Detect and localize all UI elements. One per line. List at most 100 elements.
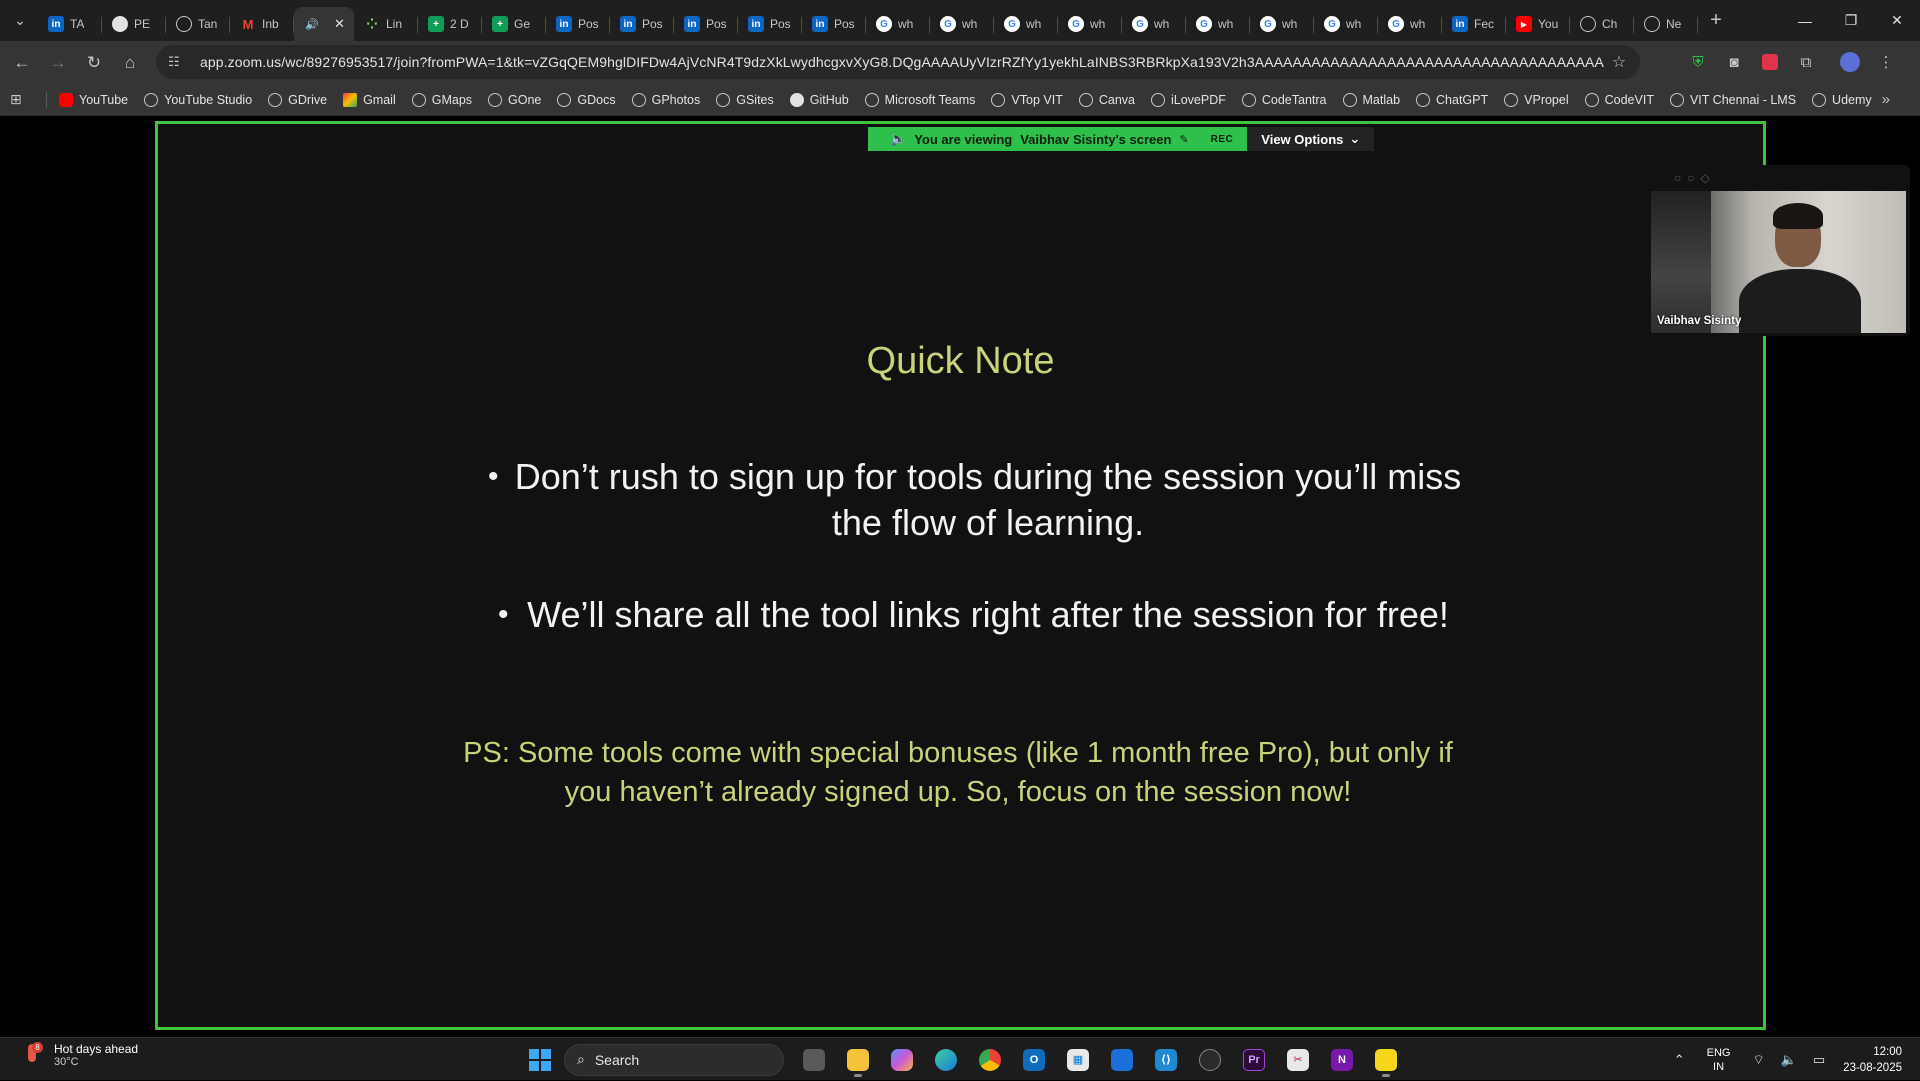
browser-tab[interactable]: Ne bbox=[1634, 7, 1698, 41]
tab-title: Pos bbox=[770, 17, 791, 31]
battery-icon[interactable]: ▭ bbox=[1813, 1052, 1825, 1068]
bookmark-item[interactable]: GitHub bbox=[789, 92, 849, 107]
bookmark-item[interactable]: Canva bbox=[1078, 92, 1135, 107]
bookmark-item[interactable]: VTop VIT bbox=[991, 92, 1063, 107]
browser-tab[interactable]: Gwh bbox=[1186, 7, 1250, 41]
view-options-button[interactable]: View Options ⌄ bbox=[1247, 127, 1375, 151]
clock[interactable]: 12:00 23-08-2025 bbox=[1843, 1044, 1902, 1076]
browser-tab[interactable]: ⁘ Lin bbox=[354, 7, 418, 41]
file-explorer-button[interactable] bbox=[836, 1042, 880, 1077]
bookmark-item[interactable]: YouTube Studio bbox=[144, 92, 252, 107]
browser-tab[interactable]: Gwh bbox=[1378, 7, 1442, 41]
bookmark-item[interactable]: GDocs bbox=[557, 92, 616, 107]
restore-button[interactable]: ❐ bbox=[1828, 0, 1874, 41]
tab-search-button[interactable]: ⌄ bbox=[6, 7, 34, 35]
taskbar-search[interactable]: ⌕ Search bbox=[564, 1043, 784, 1076]
browser-tab[interactable]: ▶ You bbox=[1506, 7, 1570, 41]
bookmark-item[interactable]: GPhotos bbox=[631, 92, 700, 107]
snipping-tool-button[interactable]: ✂ bbox=[1276, 1042, 1320, 1077]
bookmark-item[interactable]: YouTube bbox=[59, 92, 128, 107]
bookmark-item[interactable]: ChatGPT bbox=[1416, 92, 1488, 107]
sticky-notes-button[interactable] bbox=[1364, 1042, 1408, 1077]
reload-button[interactable]: ↻ bbox=[76, 45, 112, 81]
browser-tab[interactable]: 🔊 ✕ bbox=[294, 7, 354, 41]
tab-close-icon[interactable]: ✕ bbox=[334, 16, 345, 32]
chevron-down-icon: ⌄ bbox=[14, 12, 26, 28]
browser-tab[interactable]: in TA bbox=[38, 7, 102, 41]
site-info-icon[interactable]: ☷ bbox=[168, 54, 186, 70]
home-button[interactable]: ⌂ bbox=[112, 45, 148, 81]
url-text[interactable]: app.zoom.us/wc/89276953517/join?fromPWA=… bbox=[200, 54, 1604, 70]
bookmark-item[interactable]: GMaps bbox=[411, 92, 472, 107]
browser-tab[interactable]: Gwh bbox=[994, 7, 1058, 41]
browser-tab[interactable]: M Inb bbox=[230, 7, 294, 41]
bookmark-item[interactable]: Udemy bbox=[1812, 92, 1872, 107]
apps-grid-icon[interactable]: ⊞ bbox=[10, 91, 32, 108]
chevron-double-right-icon[interactable]: » bbox=[1882, 91, 1890, 108]
camera-extension-button[interactable]: ◙ bbox=[1716, 45, 1752, 79]
new-tab-button[interactable]: + bbox=[1702, 7, 1730, 35]
obs-button[interactable] bbox=[1188, 1042, 1232, 1077]
browser-tab[interactable]: in Pos bbox=[738, 7, 802, 41]
circle-icon[interactable]: ○ bbox=[1674, 171, 1681, 185]
browser-tab[interactable]: Gwh bbox=[930, 7, 994, 41]
weather-widget[interactable]: 8 Hot days ahead 30°C bbox=[20, 1042, 138, 1068]
bookmark-item[interactable]: Gmail bbox=[343, 92, 396, 107]
bookmark-star-icon[interactable]: ☆ bbox=[1604, 52, 1634, 72]
extensions-button[interactable]: ⧉ bbox=[1788, 45, 1824, 79]
address-bar[interactable]: ☷ app.zoom.us/wc/89276953517/join?fromPW… bbox=[156, 45, 1640, 79]
bookmark-item[interactable]: GDrive bbox=[268, 92, 327, 107]
volume-icon[interactable]: 🔈 bbox=[1781, 1052, 1797, 1068]
store-button[interactable]: ▦ bbox=[1056, 1042, 1100, 1077]
forward-button[interactable]: → bbox=[40, 45, 76, 81]
app-blue-button[interactable] bbox=[1100, 1042, 1144, 1077]
browser-tab[interactable]: Gwh bbox=[866, 7, 930, 41]
chrome-button[interactable] bbox=[968, 1042, 1012, 1077]
browser-tab[interactable]: in Pos bbox=[802, 7, 866, 41]
copilot-button[interactable] bbox=[880, 1042, 924, 1077]
pocket-extension-button[interactable] bbox=[1752, 45, 1788, 79]
shield-extension-button[interactable]: ⛨ bbox=[1680, 45, 1716, 79]
bookmark-item[interactable]: Microsoft Teams bbox=[864, 92, 975, 107]
outlook-button[interactable]: O bbox=[1012, 1042, 1056, 1077]
bookmark-item[interactable]: CodeTantra bbox=[1241, 92, 1327, 107]
browser-tab[interactable]: Ch bbox=[1570, 7, 1634, 41]
browser-tab[interactable]: Gwh bbox=[1058, 7, 1122, 41]
bookmark-item[interactable]: GOne bbox=[488, 92, 541, 107]
menu-button[interactable]: ⋮ bbox=[1868, 45, 1904, 79]
task-view-button[interactable] bbox=[792, 1042, 836, 1077]
browser-tab[interactable]: in Pos bbox=[674, 7, 738, 41]
chevron-up-icon[interactable]: ⌃ bbox=[1674, 1052, 1685, 1068]
participant-video-tile[interactable]: ○ ○ ◇ Vaibhav Sisinty bbox=[1648, 165, 1910, 336]
browser-tab[interactable]: +2 D bbox=[418, 7, 482, 41]
edge-button[interactable] bbox=[924, 1042, 968, 1077]
language-indicator[interactable]: ENG IN bbox=[1707, 1046, 1731, 1074]
back-button[interactable]: ← bbox=[4, 45, 40, 81]
bookmark-item[interactable]: CodeVIT bbox=[1584, 92, 1654, 107]
browser-tab[interactable]: + Ge bbox=[482, 7, 546, 41]
start-button[interactable] bbox=[522, 1042, 558, 1077]
minimize-button[interactable]: — bbox=[1782, 0, 1828, 41]
bookmark-item[interactable]: iLovePDF bbox=[1150, 92, 1226, 107]
tile-controls: ○ ○ ◇ bbox=[1674, 171, 1710, 185]
wifi-icon[interactable]: ⌔ bbox=[1752, 1052, 1764, 1068]
premiere-button[interactable]: Pr bbox=[1232, 1042, 1276, 1077]
vscode-button[interactable]: ⟨⟩ bbox=[1144, 1042, 1188, 1077]
bookmark-item[interactable]: GSites bbox=[716, 92, 774, 107]
browser-tab[interactable]: in Pos bbox=[546, 7, 610, 41]
browser-tab[interactable]: Gwh bbox=[1314, 7, 1378, 41]
browser-tab[interactable]: Gwh bbox=[1250, 7, 1314, 41]
onenote-button[interactable]: N bbox=[1320, 1042, 1364, 1077]
browser-tab[interactable]: Tan bbox=[166, 7, 230, 41]
browser-tab[interactable]: Gwh bbox=[1122, 7, 1186, 41]
circle-icon[interactable]: ○ bbox=[1687, 171, 1694, 185]
bookmark-item[interactable]: VIT Chennai - LMS bbox=[1669, 92, 1796, 107]
browser-tab[interactable]: in Fec bbox=[1442, 7, 1506, 41]
diamond-icon[interactable]: ◇ bbox=[1701, 171, 1710, 185]
bookmark-item[interactable]: Matlab bbox=[1342, 92, 1400, 107]
bookmark-item[interactable]: VPropel bbox=[1504, 92, 1569, 107]
browser-tab[interactable]: in Pos bbox=[610, 7, 674, 41]
close-window-button[interactable]: ✕ bbox=[1874, 0, 1920, 41]
browser-tab[interactable]: PE bbox=[102, 7, 166, 41]
profile-button[interactable] bbox=[1832, 45, 1868, 79]
